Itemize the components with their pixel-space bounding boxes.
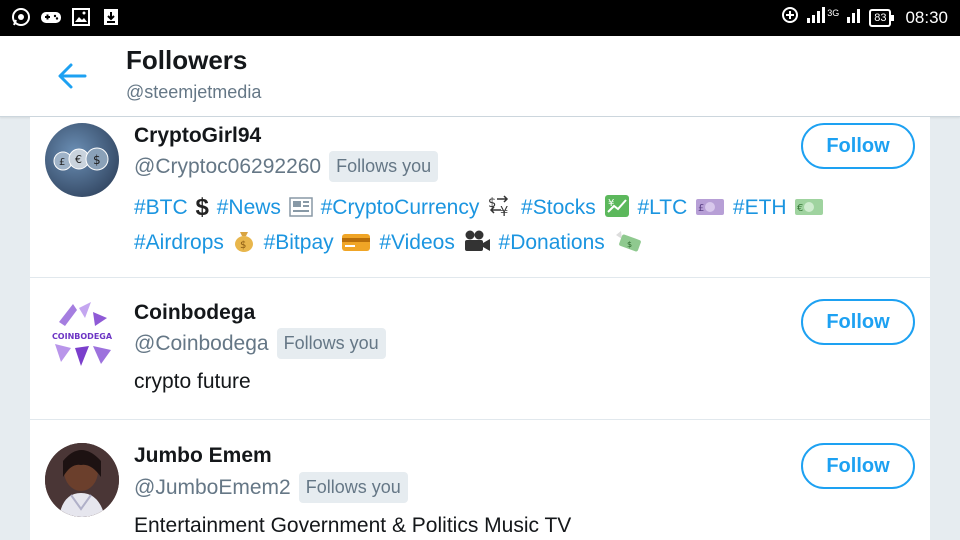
- bio: crypto future: [134, 370, 251, 393]
- system-status: 3G 83 08:30: [781, 6, 948, 29]
- gallery-icon: [70, 6, 92, 28]
- svg-text:$: $: [93, 153, 101, 167]
- data-saver-icon: [781, 6, 799, 29]
- follows-you-badge: Follows you: [329, 151, 439, 182]
- bio: Entertainment Government & Politics Musi…: [134, 514, 572, 537]
- handle-row: @JumboEmem2 Follows you: [134, 472, 408, 503]
- follow-button[interactable]: Follow: [801, 443, 915, 489]
- follow-button[interactable]: Follow: [801, 299, 915, 345]
- handle[interactable]: @Cryptoc06292260: [134, 155, 321, 179]
- display-name[interactable]: CryptoGirl94: [134, 124, 261, 148]
- bio: #BTC $ #News #CryptoCurrency $ ¥ #Stocks …: [134, 192, 894, 262]
- svg-text:£: £: [59, 157, 65, 168]
- signal-icon-2: [847, 7, 861, 28]
- back-button[interactable]: [55, 60, 91, 92]
- gamepad-icon: [40, 6, 62, 28]
- currency-exchange-icon: $ ¥: [487, 194, 513, 227]
- hashtag[interactable]: #LTC: [637, 196, 687, 219]
- handle-row: @Cryptoc06292260 Follows you: [134, 151, 439, 182]
- hashtag[interactable]: #Bitpay: [264, 231, 334, 254]
- status-bar: 3G 83 08:30: [0, 0, 960, 36]
- signal-icon: [807, 7, 826, 28]
- avatar[interactable]: [45, 443, 119, 517]
- money-with-wings-icon: $: [613, 229, 643, 262]
- follows-you-badge: Follows you: [276, 328, 386, 359]
- display-name[interactable]: Jumbo Emem: [134, 444, 272, 468]
- avatar-logo-text: COINBODEGA: [52, 332, 113, 341]
- svg-text:¥: ¥: [608, 198, 614, 209]
- movie-camera-icon: [463, 229, 491, 262]
- hashtag[interactable]: #BTC: [134, 196, 188, 219]
- svg-text:$: $: [627, 240, 632, 249]
- follower-item[interactable]: Jumbo Emem @JumboEmem2 Follows you Enter…: [30, 419, 930, 540]
- hashtag[interactable]: #Donations: [499, 231, 605, 254]
- follower-item[interactable]: £ € $ CryptoGirl94 @Cryptoc06292260 Foll…: [30, 117, 930, 278]
- svg-text:€: €: [797, 203, 803, 214]
- follow-button[interactable]: Follow: [801, 123, 915, 169]
- arrow-left-icon: [58, 63, 87, 89]
- page-subtitle: @steemjetmedia: [126, 82, 262, 102]
- whatsapp-icon: [10, 6, 32, 28]
- download-icon: [100, 6, 122, 28]
- svg-text:£: £: [698, 203, 704, 214]
- euro-banknote-icon: €: [794, 196, 824, 227]
- handle[interactable]: @Coinbodega: [134, 332, 269, 356]
- followers-list: £ € $ CryptoGirl94 @Cryptoc06292260 Foll…: [30, 117, 930, 540]
- hashtag[interactable]: #ETH: [733, 196, 787, 219]
- hashtag[interactable]: #CryptoCurrency: [321, 196, 480, 219]
- pound-banknote-icon: £: [695, 196, 725, 227]
- svg-text:€: €: [75, 153, 82, 166]
- follower-item[interactable]: COINBODEGA Coinbodega @Coinbodega Follow…: [30, 277, 930, 420]
- network-type: 3G: [827, 7, 840, 18]
- credit-card-icon: [341, 231, 371, 262]
- svg-text:¥: ¥: [500, 205, 508, 218]
- hashtag[interactable]: #Airdrops: [134, 231, 224, 254]
- handle[interactable]: @JumboEmem2: [134, 476, 291, 500]
- handle-row: @Coinbodega Follows you: [134, 328, 386, 359]
- chart-yen-icon: ¥: [604, 194, 630, 227]
- battery-indicator: 83: [869, 8, 895, 27]
- notification-icons: [10, 6, 122, 28]
- avatar[interactable]: £ € $: [45, 123, 119, 197]
- money-bag-icon: $: [232, 229, 256, 262]
- clock: 08:30: [905, 7, 948, 27]
- follows-you-badge: Follows you: [298, 472, 408, 503]
- page-title: Followers: [126, 45, 248, 75]
- newspaper-icon: [289, 196, 313, 227]
- avatar[interactable]: COINBODEGA: [45, 298, 119, 372]
- display-name[interactable]: Coinbodega: [134, 301, 255, 325]
- app-header: Followers @steemjetmedia: [0, 36, 960, 117]
- svg-text:$: $: [240, 240, 246, 251]
- hashtag[interactable]: #News: [217, 196, 281, 219]
- hashtag[interactable]: #Videos: [379, 231, 455, 254]
- hashtag[interactable]: #Stocks: [521, 196, 596, 219]
- dollar-icon: $: [195, 194, 209, 221]
